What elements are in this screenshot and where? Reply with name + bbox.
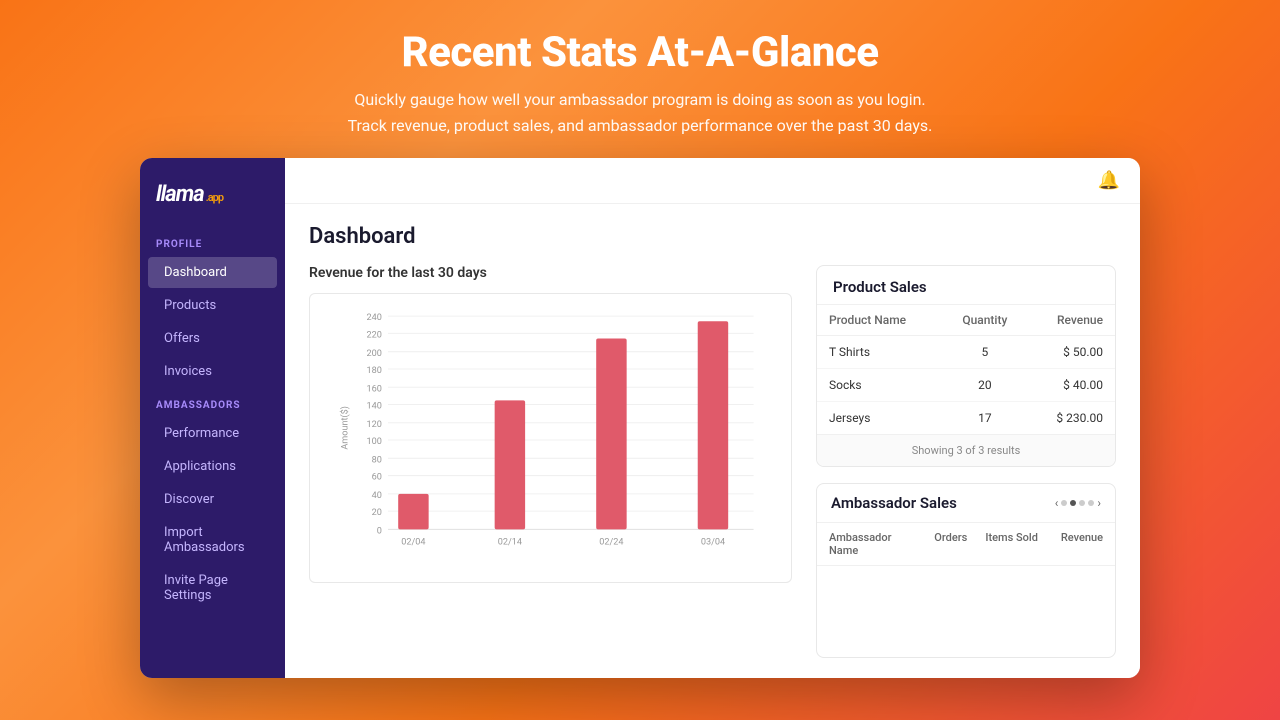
table-row: Jerseys 17 $ 230.00 <box>817 402 1115 435</box>
svg-text:Amount($): Amount($) <box>339 406 350 450</box>
product-sales-table: Product Name Quantity Revenue T Shirts 5 <box>817 305 1115 434</box>
top-bar: 🔔 <box>285 158 1140 204</box>
product-sales-table-wrapper: Product Name Quantity Revenue T Shirts 5 <box>817 305 1115 466</box>
chart-title: Revenue for the last 30 days <box>309 265 792 281</box>
svg-text:60: 60 <box>372 473 382 483</box>
page-title: Dashboard <box>309 224 1116 249</box>
product-revenue: $ 40.00 <box>1028 369 1115 402</box>
sidebar-item-performance[interactable]: Performance <box>148 418 277 449</box>
col-items-sold: Items Sold <box>981 531 1042 557</box>
sidebar-item-invite[interactable]: Invite Page Settings <box>148 565 277 611</box>
chart-container: 240 220 200 180 160 140 120 100 80 60 40… <box>309 293 792 583</box>
svg-text:80: 80 <box>372 456 382 466</box>
sidebar-item-dashboard[interactable]: Dashboard <box>148 257 277 288</box>
svg-text:03/04: 03/04 <box>701 538 725 548</box>
sidebar-item-discover[interactable]: Discover <box>148 484 277 515</box>
pagination-dot-1 <box>1061 500 1067 506</box>
col-product-name: Product Name <box>817 305 942 336</box>
col-revenue: Revenue <box>1028 305 1115 336</box>
product-name: T Shirts <box>817 336 942 369</box>
svg-text:100: 100 <box>367 437 382 447</box>
pagination-dot-2 <box>1070 500 1076 506</box>
sidebar-section-ambassadors: AMBASSADORS <box>140 388 285 417</box>
header-section: Recent Stats At-A-Glance Quickly gauge h… <box>328 0 953 158</box>
main-heading: Recent Stats At-A-Glance <box>348 28 933 77</box>
app-window: llama.app PROFILE Dashboard Products Off… <box>140 158 1140 678</box>
table-row: Socks 20 $ 40.00 <box>817 369 1115 402</box>
prev-page-arrow[interactable]: ‹ <box>1055 496 1059 510</box>
sidebar-item-applications[interactable]: Applications <box>148 451 277 482</box>
svg-text:0: 0 <box>377 527 382 537</box>
right-panel: Product Sales Product Name Quantity Reve… <box>816 265 1116 658</box>
pagination-dot-4 <box>1088 500 1094 506</box>
pagination: ‹ › <box>1055 496 1101 510</box>
svg-text:140: 140 <box>367 402 382 412</box>
bar-2 <box>495 401 525 530</box>
col-revenue: Revenue <box>1042 531 1103 557</box>
revenue-chart: 240 220 200 180 160 140 120 100 80 60 40… <box>326 306 775 570</box>
ambassador-table-header: Ambassador Name Orders Items Sold Revenu… <box>817 523 1115 566</box>
sidebar-section-profile: PROFILE <box>140 227 285 256</box>
sidebar-item-offers[interactable]: Offers <box>148 323 277 354</box>
product-revenue: $ 230.00 <box>1028 402 1115 435</box>
svg-text:220: 220 <box>367 331 382 341</box>
pagination-dot-3 <box>1079 500 1085 506</box>
ambassador-header: Ambassador Sales ‹ › <box>817 484 1115 523</box>
svg-text:40: 40 <box>372 491 382 501</box>
col-orders: Orders <box>920 531 981 557</box>
ambassador-sales-title: Ambassador Sales <box>831 494 957 512</box>
main-content: 🔔 Dashboard Revenue for the last 30 days <box>285 158 1140 678</box>
svg-text:20: 20 <box>372 508 382 518</box>
svg-text:02/24: 02/24 <box>599 538 623 548</box>
dashboard-grid: Revenue for the last 30 days 240 220 200… <box>309 265 1116 658</box>
subtitle: Quickly gauge how well your ambassador p… <box>348 87 933 138</box>
product-quantity: 5 <box>942 336 1027 369</box>
product-name: Jerseys <box>817 402 942 435</box>
logo-text: llama.app <box>156 182 223 207</box>
product-sales-title: Product Sales <box>817 266 1115 305</box>
col-ambassador-name: Ambassador Name <box>829 531 920 557</box>
sidebar-item-invoices[interactable]: Invoices <box>148 356 277 387</box>
content-area: Dashboard Revenue for the last 30 days 2… <box>285 204 1140 678</box>
table-header-row: Product Name Quantity Revenue <box>817 305 1115 336</box>
notification-bell-icon[interactable]: 🔔 <box>1098 170 1120 191</box>
product-name: Socks <box>817 369 942 402</box>
col-quantity: Quantity <box>942 305 1027 336</box>
sidebar: llama.app PROFILE Dashboard Products Off… <box>140 158 285 678</box>
bar-3 <box>596 339 626 530</box>
svg-text:02/04: 02/04 <box>401 538 425 548</box>
showing-results: Showing 3 of 3 results <box>817 434 1115 466</box>
product-sales-card: Product Sales Product Name Quantity Reve… <box>816 265 1116 467</box>
svg-text:02/14: 02/14 <box>498 538 522 548</box>
svg-text:180: 180 <box>367 366 382 376</box>
table-row: T Shirts 5 $ 50.00 <box>817 336 1115 369</box>
sidebar-item-products[interactable]: Products <box>148 290 277 321</box>
chart-section: Revenue for the last 30 days 240 220 200… <box>309 265 792 658</box>
ambassador-sales-card: Ambassador Sales ‹ › Ambassado <box>816 483 1116 658</box>
next-page-arrow[interactable]: › <box>1097 496 1101 510</box>
product-quantity: 20 <box>942 369 1027 402</box>
product-quantity: 17 <box>942 402 1027 435</box>
svg-text:160: 160 <box>367 384 382 394</box>
sidebar-item-import[interactable]: Import Ambassadors <box>148 517 277 563</box>
product-revenue: $ 50.00 <box>1028 336 1115 369</box>
svg-text:200: 200 <box>367 349 382 359</box>
svg-text:120: 120 <box>367 420 382 430</box>
svg-text:240: 240 <box>367 313 382 323</box>
bar-1 <box>398 494 428 530</box>
logo: llama.app <box>140 174 285 227</box>
bar-4 <box>698 321 728 529</box>
